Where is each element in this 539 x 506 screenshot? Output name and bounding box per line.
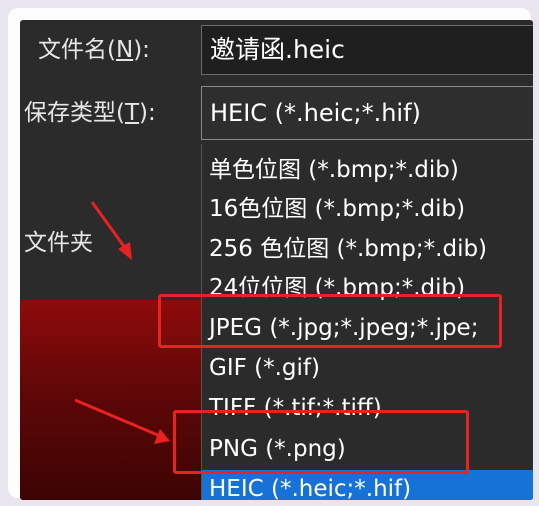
- jpeg-highlight-box: [158, 294, 502, 348]
- png-highlight-box: [173, 410, 469, 474]
- save-type-access-key: T: [124, 100, 140, 126]
- type-option-16color-bmp[interactable]: 16色位图 (*.bmp;*.dib): [202, 190, 533, 229]
- nav-pane: [20, 144, 201, 300]
- save-type-select[interactable]: HEIC (*.heic;*.hif): [201, 86, 533, 140]
- type-option-256color-bmp[interactable]: 256 色位图 (*.bmp;*.dib): [202, 230, 533, 269]
- type-option-gif[interactable]: GIF (*.gif): [202, 349, 533, 388]
- type-option-heic[interactable]: HEIC (*.heic;*.hif): [202, 470, 533, 500]
- filename-input[interactable]: 邀请函.heic: [201, 25, 533, 75]
- save-type-label: 保存类型(T):: [24, 100, 156, 126]
- type-option-monochrome-bmp[interactable]: 单色位图 (*.bmp;*.dib): [202, 151, 533, 190]
- save-dialog: 文件名(N): 邀请函.heic 保存类型(T): HEIC (*.heic;*…: [20, 20, 533, 500]
- filename-label: 文件名(N):: [38, 37, 150, 63]
- folder-label: 文件夹: [24, 230, 93, 256]
- screenshot-card: 文件名(N): 邀请函.heic 保存类型(T): HEIC (*.heic;*…: [8, 8, 533, 500]
- filename-access-key: N: [115, 37, 134, 63]
